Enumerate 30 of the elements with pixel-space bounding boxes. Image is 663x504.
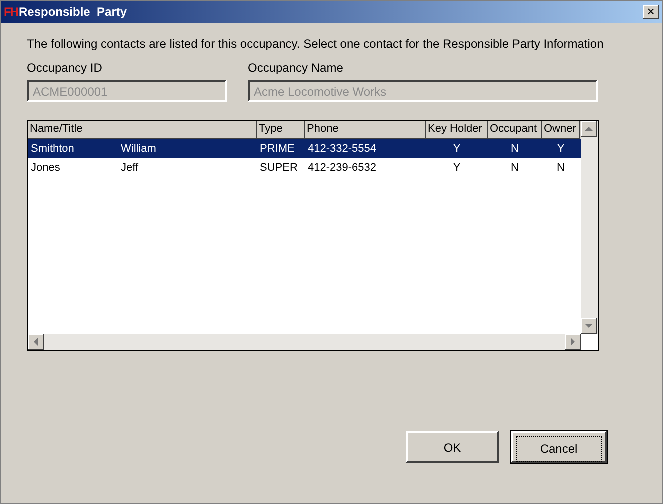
instruction-text: The following contacts are listed for this occupancy. Select one contact for the Responsible Party Information [27, 37, 605, 51]
window-title: Responsible Party [19, 5, 128, 19]
horizontal-scrollbar[interactable] [28, 334, 581, 350]
close-button[interactable]: × [643, 5, 659, 19]
table-cell-text: Y [556, 142, 566, 154]
scroll-right-icon[interactable] [565, 334, 581, 350]
table-cell-text: Jones [31, 162, 62, 174]
table-cell-text: Y [452, 142, 462, 154]
table-row[interactable]: Smithton William PRIME 412-332-5554 Y N Y [28, 139, 581, 158]
table-cell-text: 412-239-6532 [307, 162, 378, 174]
app-logo: FH [4, 5, 18, 19]
dialog-button[interactable]: Cancel [511, 431, 607, 463]
field-label: Occupancy Name [248, 61, 344, 75]
vertical-scrollbar[interactable] [581, 121, 598, 334]
field-label: Occupancy ID [27, 61, 104, 75]
dialog-button[interactable]: OK [406, 431, 499, 463]
scroll-up-icon[interactable] [581, 121, 597, 137]
scroll-down-icon[interactable] [581, 318, 597, 334]
table-cell-text: Smithton [31, 142, 76, 154]
table-cell-text: 412-332-5554 [307, 142, 378, 154]
table-cell-text: N [510, 162, 520, 174]
table-cell-text: Y [452, 162, 462, 174]
table-cell-text: N [556, 162, 566, 174]
table-cell: Jeff [121, 162, 139, 174]
table-cell-text: SUPER [259, 162, 299, 174]
table-cell: William [121, 142, 156, 154]
table-cell-text: N [510, 142, 520, 154]
scroll-left-icon[interactable] [28, 334, 44, 350]
table-row[interactable]: Jones Jeff SUPER 412-239-6532 Y N N [28, 158, 581, 177]
table-cell-text: PRIME [259, 142, 296, 154]
